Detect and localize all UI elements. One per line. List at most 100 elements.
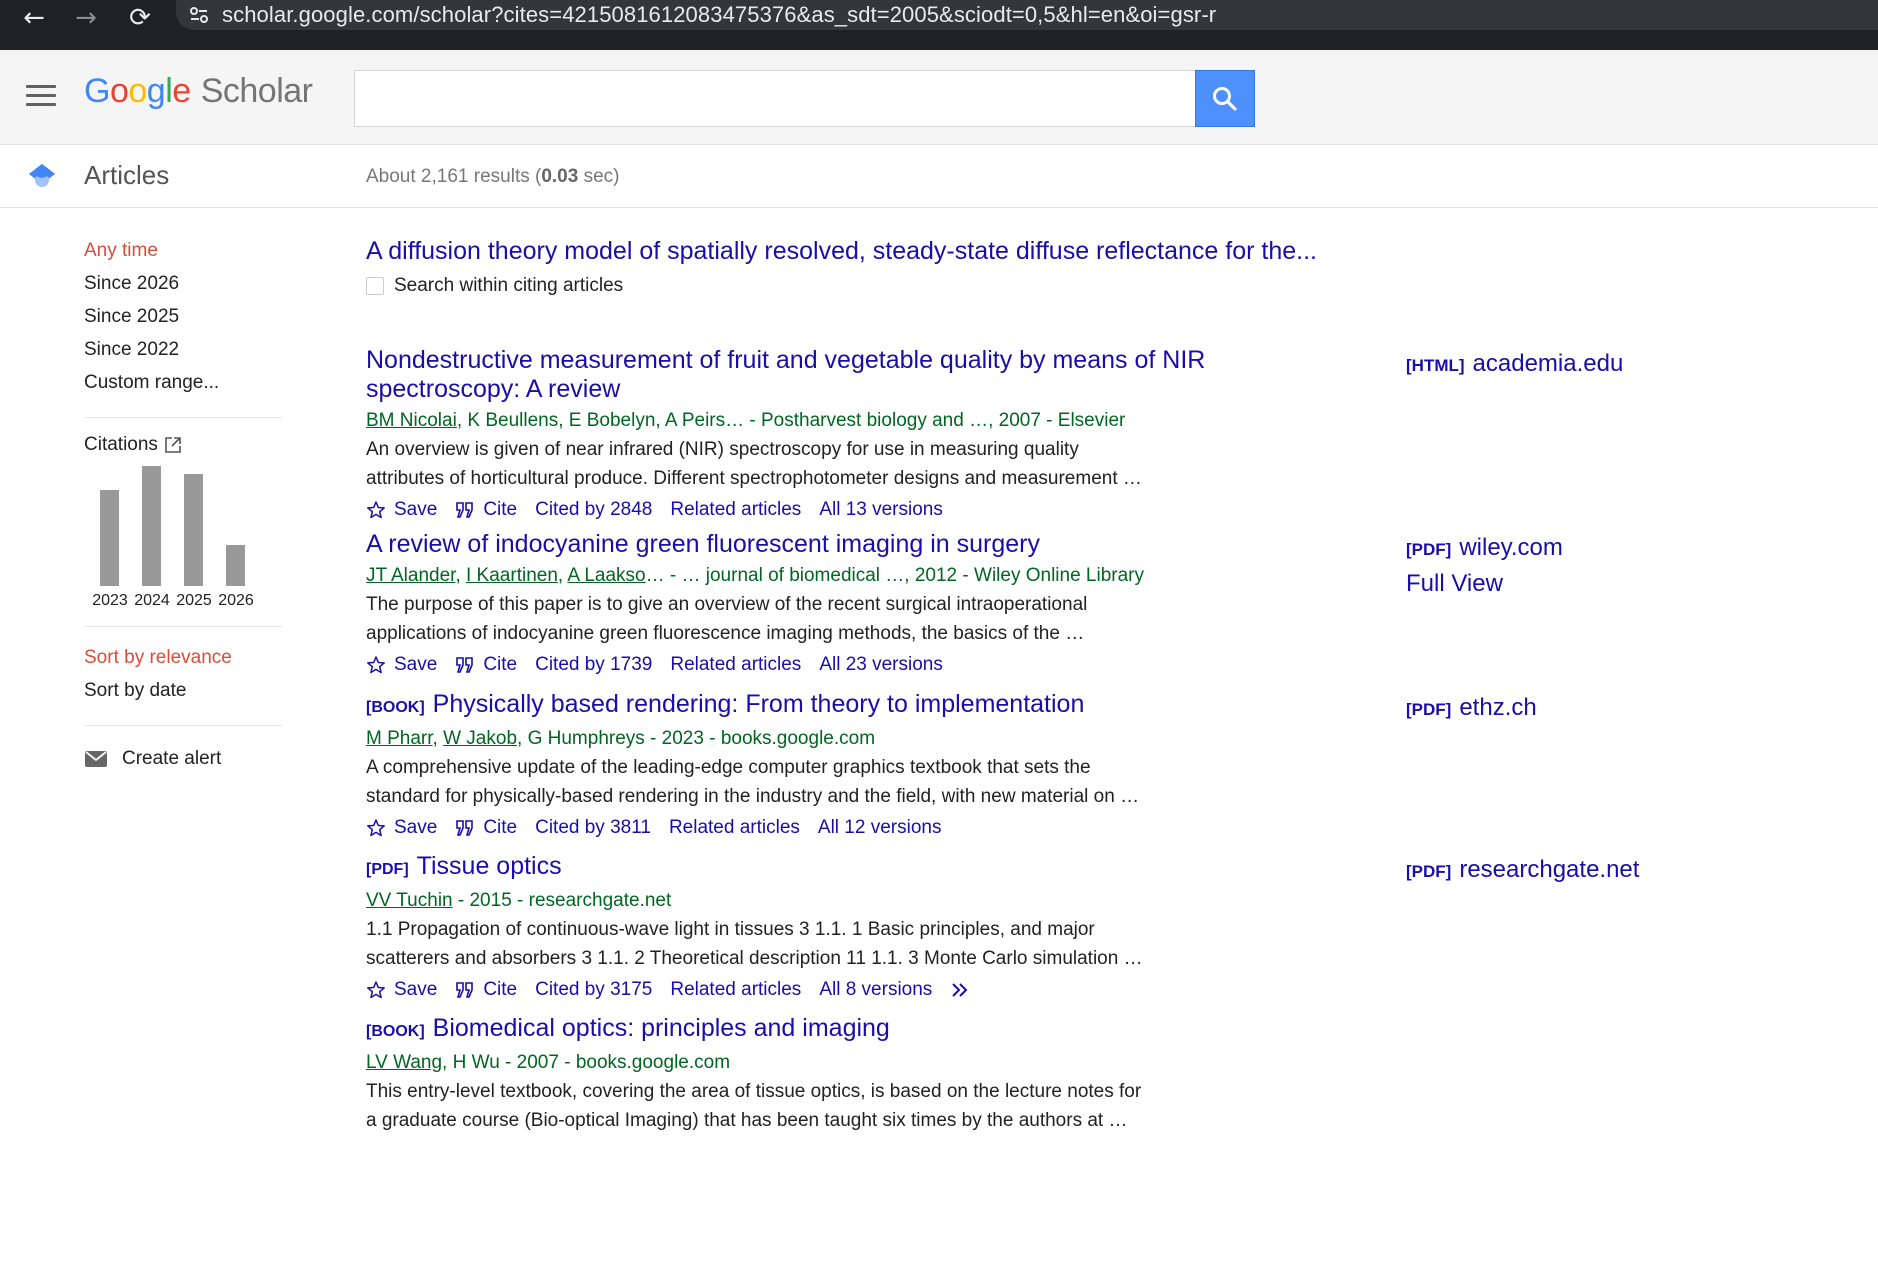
time-filter-item[interactable]: Since 2025 [84,302,284,335]
author-link[interactable]: A Laakso [567,565,645,586]
search-button[interactable] [1195,70,1255,127]
cite-button[interactable]: Cite [455,654,517,676]
author-link[interactable]: JT Alander [366,565,455,586]
result-title[interactable]: [BOOK] Physically based rendering: From t… [366,690,1266,722]
articles-label[interactable]: Articles [84,160,169,191]
full-view-link[interactable]: Full View [1406,566,1503,602]
time-filter-any-time[interactable]: Any time [84,236,284,269]
more-icon [952,983,968,997]
forward-button[interactable]: → [64,0,108,40]
all-versions-link[interactable]: All 8 versions [819,979,932,1001]
author-text: K Beullens [467,410,559,431]
result-item: A review of indocyanine green fluorescen… [366,530,1866,680]
author-link[interactable]: M Pharr [366,728,433,749]
related-articles-link[interactable]: Related articles [670,654,801,676]
cited-by-link[interactable]: Cited by 2848 [535,499,652,521]
google-scholar-logo[interactable]: Google Scholar [84,72,313,111]
citation-year-label: 2025 [176,592,212,609]
citation-year-label: 2026 [218,592,254,609]
result-title[interactable]: A review of indocyanine green fluorescen… [366,530,1266,559]
author-text: , [557,565,568,586]
cite-button[interactable]: Cite [455,499,517,521]
all-versions-link[interactable]: All 13 versions [819,499,943,521]
snippet-line: The purpose of this paper is to give an … [366,594,1088,615]
full-text-link[interactable]: [HTML] academia.edu [1406,346,1623,384]
search-within-row: Search within citing articles [366,275,1866,297]
all-versions-link[interactable]: All 12 versions [818,817,942,839]
all-versions-link[interactable]: All 23 versions [819,654,943,676]
full-text-link[interactable]: [PDF] ethz.ch [1406,690,1537,728]
citations-header[interactable]: Citations [84,434,284,456]
search-input[interactable] [355,71,1197,126]
result-title-line: A review of indocyanine green fluorescen… [366,530,1040,558]
author-link[interactable]: VV Tuchin [366,890,453,911]
cited-by-link[interactable]: Cited by 1739 [535,654,652,676]
search-within-label: Search within citing articles [394,275,624,296]
results-column: A diffusion theory model of spatially re… [366,236,1866,1131]
author-link[interactable]: W Jakob [443,728,517,749]
citation-bar-2026[interactable] [226,545,245,586]
result-item: [BOOK] Biomedical optics: principles and … [366,1014,1866,1135]
articles-bar: Articles About 2,161 results (0.03 sec) [0,146,1878,208]
cited-by-link[interactable]: Cited by 3811 [535,817,651,839]
time-filter-item[interactable]: Since 2026 [84,269,284,302]
address-bar[interactable]: scholar.google.com/scholar?cites=4215081… [176,0,1878,30]
save-button[interactable]: Save [366,817,437,839]
url-text: scholar.google.com/scholar?cites=4215081… [222,2,1217,27]
full-text-format: [HTML] [1406,356,1465,375]
related-articles-link[interactable]: Related articles [670,499,801,521]
search-within-checkbox[interactable] [366,277,384,295]
cite-button[interactable]: Cite [455,979,517,1001]
full-text-format: [PDF] [1406,540,1452,559]
save-button[interactable]: Save [366,979,437,1001]
citation-bar-2023[interactable] [100,490,119,586]
related-articles-link[interactable]: Related articles [669,817,800,839]
menu-icon[interactable] [26,85,56,107]
reload-button[interactable]: ⟳ [118,0,162,40]
back-button[interactable]: ← [12,0,56,40]
time-filter-item[interactable]: Custom range... [84,368,284,401]
time-filter-item[interactable]: Since 2022 [84,335,284,368]
cited-by-link[interactable]: Cited by 3175 [535,979,652,1001]
result-title[interactable]: [BOOK] Biomedical optics: principles and … [366,1014,1266,1046]
result-actions: Save Cite Cited by 3175 Related articles All… [366,975,1866,1005]
star-icon [367,819,385,837]
sort-by-date[interactable]: Sort by date [84,676,284,709]
author-link[interactable]: BM Nicolai [366,410,457,431]
result-title-line: Physically based rendering: From theory … [432,690,1085,718]
quote-icon [456,820,474,836]
result-type-tag: [BOOK] [366,1023,425,1040]
result-title[interactable]: Nondestructive measurement of fruit and … [366,346,1266,404]
citation-bar-2024[interactable] [142,466,161,586]
result-item: Nondestructive measurement of fruit and … [366,346,1866,525]
snippet-line: scatterers and absorbers 3 1.1. 2 Theore… [366,948,1143,969]
citations-label: Citations [84,434,158,455]
full-text-format: [PDF] [1406,862,1452,881]
author-link[interactable]: I Kaartinen [466,565,558,586]
create-alert-button[interactable]: Create alert [84,742,284,776]
snippet-line: applications of indocyanine green fluore… [366,623,1085,644]
save-button[interactable]: Save [366,654,437,676]
sort-by-relevance[interactable]: Sort by relevance [84,643,284,676]
result-snippet: 1.1 Propagation of continuous-wave light… [366,915,1186,973]
author-link[interactable]: LV Wang [366,1052,442,1073]
cite-button[interactable]: Cite [455,817,517,839]
full-text-link[interactable]: [PDF] researchgate.net [1406,852,1639,890]
cited-article-title[interactable]: A diffusion theory model of spatially re… [366,236,1866,266]
external-link-icon [165,437,181,453]
star-icon [367,656,385,674]
result-authors: VV Tuchin - 2015 - researchgate.net [366,887,1866,915]
result-title-line: spectroscopy: A review [366,375,621,403]
citation-bar-2025[interactable] [184,474,203,586]
more-actions-button[interactable] [950,982,972,998]
save-button[interactable]: Save [366,499,437,521]
author-text: E Bobelyn [568,410,656,431]
full-text-source: ethz.ch [1459,694,1537,721]
result-snippet: This entry-level textbook, covering the … [366,1077,1186,1135]
full-text-link[interactable]: [PDF] wiley.com [1406,530,1563,568]
snippet-line: attributes of horticultural produce. Dif… [366,468,1142,489]
result-title[interactable]: [PDF] Tissue optics [366,852,1266,884]
site-info-icon[interactable] [176,6,222,24]
full-text-source: wiley.com [1459,534,1563,561]
related-articles-link[interactable]: Related articles [670,979,801,1001]
